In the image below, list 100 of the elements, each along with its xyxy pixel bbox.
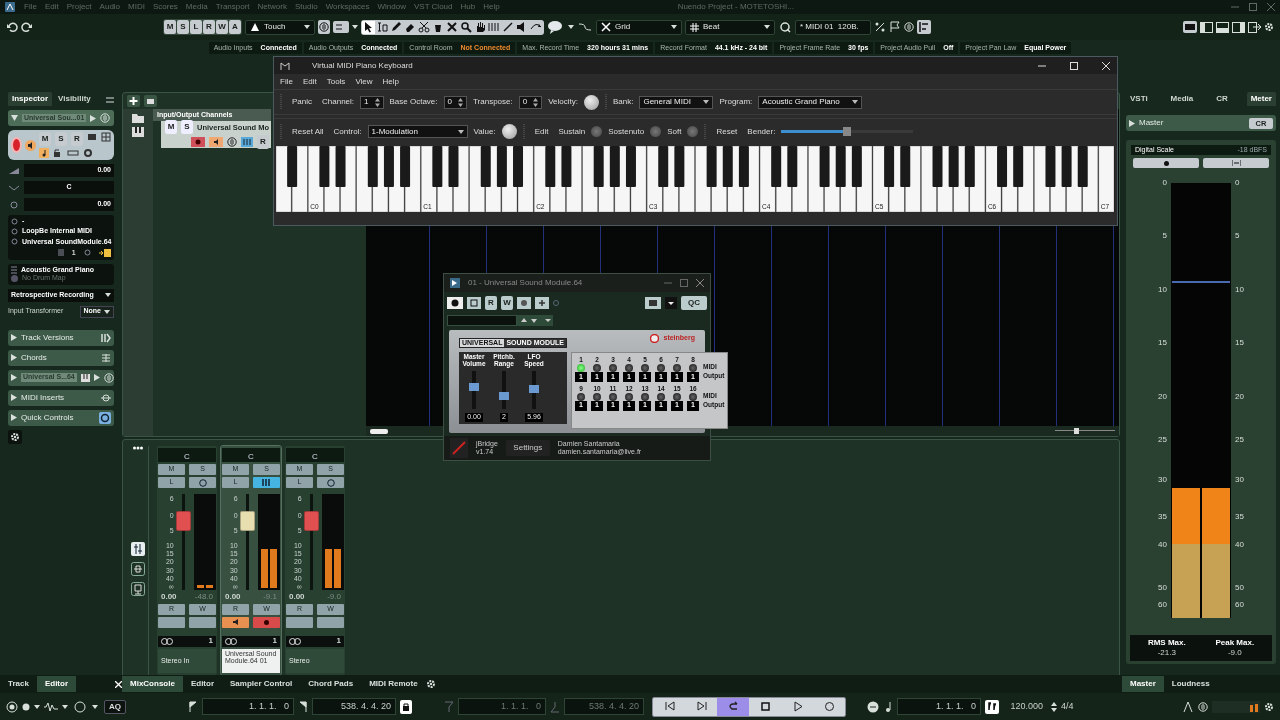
inspector-tab[interactable]: Inspector xyxy=(8,92,52,106)
volume-value[interactable]: 0.00 xyxy=(289,592,305,602)
edit-button[interactable]: Edit xyxy=(530,124,553,139)
grid-type-dropdown[interactable]: Beat xyxy=(685,19,775,35)
left-locator-field[interactable]: 1. 1. 1. 0 xyxy=(202,698,294,715)
channel-spinbox[interactable]: 1 xyxy=(360,95,384,109)
mode-button[interactable]: W xyxy=(216,20,228,34)
inspector-section[interactable]: Track Versions xyxy=(8,329,114,346)
menu-item[interactable]: File xyxy=(280,76,293,87)
zone-tab[interactable]: CR xyxy=(1212,92,1232,106)
meter-scale-label: 30 xyxy=(1235,475,1244,486)
automation-mode-text: Touch xyxy=(264,22,287,32)
mode-button[interactable]: A xyxy=(229,20,241,34)
zone-tab[interactable]: MixConsole xyxy=(122,676,183,692)
control-dropdown[interactable]: 1-Modulation xyxy=(367,125,468,138)
reset-button[interactable]: Reset xyxy=(712,124,742,139)
pan-display[interactable]: C xyxy=(222,448,280,462)
zone-tab[interactable]: VSTi xyxy=(1126,92,1152,106)
reset-all-button[interactable]: Reset All xyxy=(288,124,328,139)
automation-dropdown[interactable]: Touch xyxy=(245,19,315,35)
read-button[interactable]: R xyxy=(257,135,269,149)
velocity-label: Velocity: xyxy=(548,97,578,107)
position-field[interactable]: 1. 1. 1. 0 xyxy=(897,698,981,715)
base-octave-label: Base Octave: xyxy=(389,97,438,107)
inspector-tab[interactable]: Visibility xyxy=(54,92,95,106)
meter-scale-label: 25 xyxy=(1158,435,1167,445)
meter-scale-label: 20 xyxy=(1158,391,1167,402)
mode-button[interactable]: S xyxy=(177,20,189,34)
zone-tab[interactable]: Track xyxy=(0,676,37,692)
settings-button[interactable]: Settings xyxy=(505,440,550,456)
rms-max-label: RMS Max. xyxy=(1147,638,1186,648)
zone-tab[interactable]: MIDI Remote xyxy=(361,676,426,692)
peak-value: -9.1 xyxy=(263,592,277,602)
bank-dropdown[interactable]: General MIDI xyxy=(639,95,714,109)
zone-tab[interactable]: Master xyxy=(1122,676,1164,692)
time-signature[interactable]: 4/4 xyxy=(1061,701,1074,712)
meter-scale-label: 15 xyxy=(1235,337,1244,348)
snap-dropdown[interactable]: Grid xyxy=(596,19,682,35)
inspector-section[interactable]: Quick Controls xyxy=(8,409,114,426)
zone-tab[interactable]: Editor xyxy=(36,676,76,692)
mode-button[interactable]: M xyxy=(39,132,51,146)
auto-quantize-button[interactable]: AQ xyxy=(104,699,126,714)
pan-display[interactable]: C xyxy=(158,448,216,462)
volume-value[interactable]: 0.00 xyxy=(225,592,241,602)
meter-scale-label: 10 xyxy=(1235,284,1244,295)
mode-button[interactable]: M xyxy=(165,120,177,134)
mode-button[interactable]: R xyxy=(203,20,215,34)
control-dropdown-value: 1-Modulation xyxy=(371,126,419,137)
meter-scale-label: 50 xyxy=(1235,583,1244,594)
zone-tab[interactable]: Editor xyxy=(182,676,222,692)
menu-item[interactable]: Edit xyxy=(302,76,317,87)
tempo-field[interactable]: 120.000 xyxy=(1003,698,1047,715)
menu-item[interactable]: Help xyxy=(382,76,400,87)
menu-item[interactable]: View xyxy=(355,76,373,87)
punch-in-field[interactable]: 1. 1. 1. 0 xyxy=(458,698,546,715)
section-label: MIDI Inserts xyxy=(21,392,66,403)
right-locator-field[interactable]: 538. 4. 4. 20 xyxy=(312,698,396,715)
snap-text: Grid xyxy=(615,22,632,32)
zone-tab[interactable]: Loudness xyxy=(1163,676,1218,692)
toggle-label: Soft xyxy=(667,126,682,137)
quantize-preset-field[interactable]: * MIDI 01 120B. xyxy=(795,19,871,35)
quick-controls-button[interactable]: QC xyxy=(681,296,707,310)
peak-max-value: -9.0 xyxy=(1227,648,1242,658)
mode-button[interactable]: L xyxy=(190,20,202,34)
meter-scale-label: 50 xyxy=(1158,583,1167,594)
meter-scale-label: 60 xyxy=(1235,600,1244,611)
mode-button[interactable]: S xyxy=(181,120,193,134)
meter-scale-label: 35 xyxy=(1235,511,1244,522)
program-dropdown[interactable]: Acoustic Grand Piano xyxy=(758,95,863,109)
panic-button[interactable]: Panic xyxy=(288,95,316,109)
mode-button[interactable]: R xyxy=(71,132,83,146)
zone-tab[interactable]: Media xyxy=(1166,92,1198,106)
mode-button[interactable]: S xyxy=(55,132,67,146)
zone-tab[interactable]: Sampler Control xyxy=(222,676,301,692)
menu-item[interactable]: Tools xyxy=(326,76,346,87)
routing-row[interactable]: 1 xyxy=(158,635,216,647)
transpose-label: Transpose: xyxy=(473,97,513,107)
transpose-spinbox[interactable]: 0 xyxy=(518,95,543,109)
channel-spinbox-value: 1 xyxy=(364,97,369,107)
toggle-label: Sustain xyxy=(558,126,586,137)
meter-scale-label: 60 xyxy=(1158,600,1167,611)
pan-display[interactable]: C xyxy=(286,448,344,462)
base-octave-spinbox[interactable]: 0 xyxy=(443,95,467,109)
mode-button[interactable]: M xyxy=(164,20,176,34)
zone-tab[interactable]: Chord Pads xyxy=(300,676,362,692)
zone-tab[interactable]: Meter xyxy=(1246,92,1276,106)
write-button[interactable]: W xyxy=(501,296,513,310)
midi-channel-field[interactable]: 1 xyxy=(71,248,76,258)
meter-scale-label: 30 xyxy=(1158,475,1167,486)
volume-value[interactable]: 0.00 xyxy=(161,592,177,602)
meter-scale-label: 15 xyxy=(1158,337,1167,348)
inspector-section[interactable]: Chords xyxy=(8,349,114,366)
punch-out-field[interactable]: 538. 4. 4. 20 xyxy=(564,698,644,715)
inspector-section[interactable]: MIDI Inserts xyxy=(8,389,114,406)
peak-max-label: Peak Max. xyxy=(1215,638,1255,648)
read-button[interactable]: R xyxy=(485,296,497,310)
routing-row[interactable]: 1 xyxy=(222,635,280,647)
routing-row[interactable]: 1 xyxy=(286,635,344,647)
section-label: Chords xyxy=(21,352,48,363)
master-label: Master xyxy=(1139,118,1165,128)
